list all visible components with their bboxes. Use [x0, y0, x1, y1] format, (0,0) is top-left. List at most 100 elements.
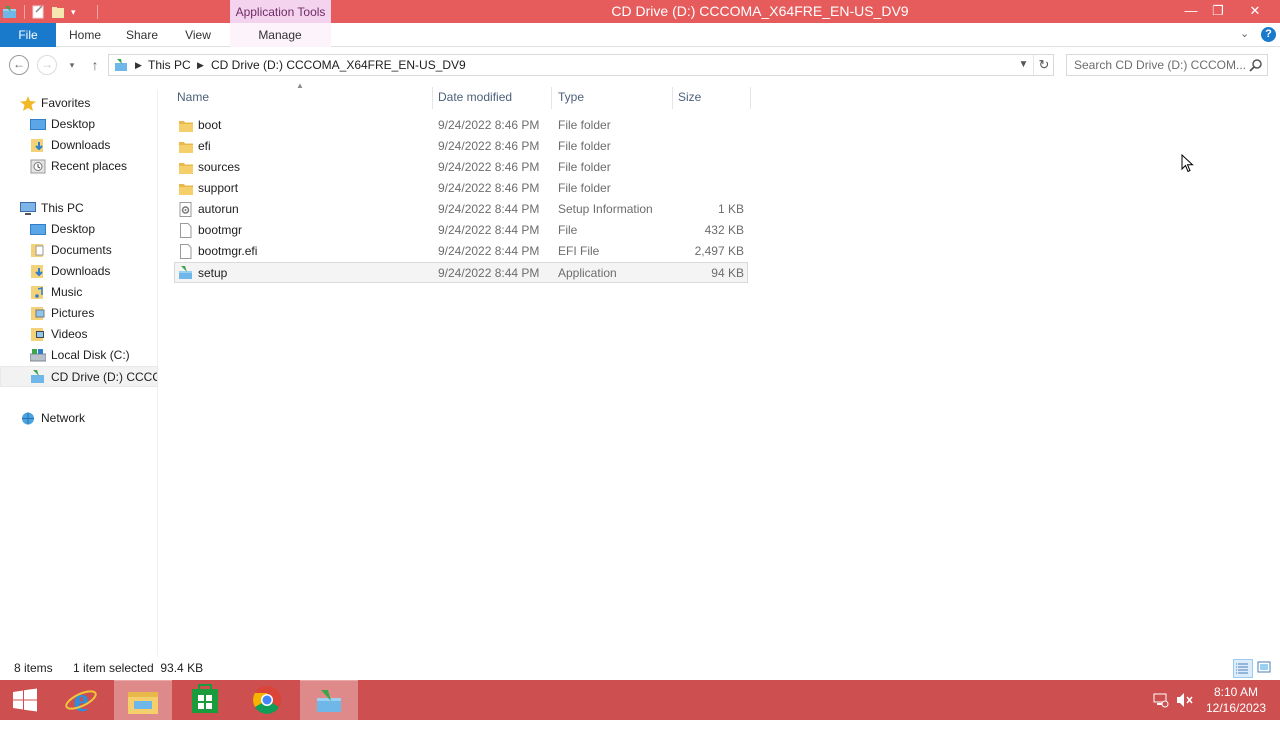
nav-this-pc-local-disk[interactable]: Local Disk (C:): [0, 345, 158, 366]
file-date: 9/24/2022 8:44 PM: [438, 223, 540, 237]
search-icon[interactable]: [1249, 58, 1263, 72]
network-status-icon[interactable]: [1153, 692, 1169, 732]
breadcrumb-separator-icon[interactable]: ▶: [135, 55, 142, 75]
desktop-icon: [30, 117, 46, 132]
recent-locations-button[interactable]: ▾: [61, 55, 83, 75]
nav-this-pc[interactable]: This PC: [0, 198, 158, 219]
music-icon: [30, 285, 46, 300]
nav-label: This PC: [41, 201, 84, 215]
nav-this-pc-desktop[interactable]: Desktop: [0, 219, 158, 240]
nav-favorites[interactable]: Favorites: [0, 93, 158, 114]
start-button[interactable]: [0, 680, 50, 720]
nav-favorites-downloads[interactable]: Downloads: [0, 135, 158, 156]
store-icon: [192, 684, 218, 713]
column-divider[interactable]: [432, 87, 433, 109]
nav-this-pc-downloads[interactable]: Downloads: [0, 261, 158, 282]
customize-qat-icon[interactable]: ▾: [71, 5, 85, 19]
file-row-setup[interactable]: setup 9/24/2022 8:44 PM Application 94 K…: [174, 262, 748, 283]
nav-label: Desktop: [51, 222, 96, 236]
up-button[interactable]: ↑: [84, 55, 106, 75]
tab-share[interactable]: Share: [120, 23, 164, 47]
nav-label: Documents: [51, 243, 112, 257]
column-divider[interactable]: [551, 87, 552, 109]
cd-drive-icon: [113, 58, 131, 72]
file-row-efi[interactable]: efi 9/24/2022 8:46 PM File folder: [174, 136, 748, 157]
back-button[interactable]: ←: [9, 55, 29, 75]
nav-favorites-desktop[interactable]: Desktop: [0, 114, 158, 135]
nav-label: Pictures: [51, 306, 95, 320]
expand-ribbon-icon[interactable]: ⌄: [1240, 27, 1254, 41]
file-size: 1 KB: [717, 202, 744, 216]
help-icon[interactable]: ?: [1261, 27, 1276, 42]
file-row-support[interactable]: support 9/24/2022 8:46 PM File folder: [174, 178, 748, 199]
taskbar-store[interactable]: [176, 680, 234, 720]
address-bar[interactable]: ▶ This PC ▶ CD Drive (D:) CCCOMA_X64FRE_…: [108, 54, 1054, 76]
file-row-boot[interactable]: boot 9/24/2022 8:46 PM File folder: [174, 115, 748, 136]
file-name: autorun: [198, 202, 239, 216]
folder-icon: [178, 181, 194, 196]
cd-drive-icon[interactable]: [2, 4, 18, 20]
file-row-bootmgr[interactable]: bootmgr 9/24/2022 8:44 PM File 432 KB: [174, 220, 748, 241]
new-folder-icon[interactable]: [51, 5, 65, 19]
column-header-size[interactable]: Size: [678, 87, 701, 107]
folder-icon: [178, 139, 194, 154]
nav-label: Downloads: [51, 264, 111, 278]
nav-label: Downloads: [51, 138, 111, 152]
status-bar: 8 items 1 item selected 93.4 KB: [0, 658, 1280, 680]
nav-this-pc-documents[interactable]: Documents: [0, 240, 158, 261]
tab-home[interactable]: Home: [62, 23, 108, 47]
breadcrumb-this-pc[interactable]: This PC: [148, 55, 191, 75]
address-history-dropdown-icon[interactable]: ▼: [1014, 55, 1034, 75]
file-type: File folder: [558, 181, 611, 195]
forward-button[interactable]: →: [37, 55, 57, 75]
file-date: 9/24/2022 8:46 PM: [438, 139, 540, 153]
nav-this-pc-videos[interactable]: Videos: [0, 324, 158, 345]
close-button[interactable]: ✕: [1239, 0, 1271, 23]
taskbar-internet-explorer[interactable]: e: [52, 680, 110, 720]
nav-this-pc-music[interactable]: Music: [0, 282, 158, 303]
network-icon: [20, 411, 36, 426]
taskbar-chrome[interactable]: [238, 680, 296, 720]
star-icon: [20, 96, 36, 111]
column-header-type[interactable]: Type: [558, 87, 584, 107]
nav-this-pc-pictures[interactable]: Pictures: [0, 303, 158, 324]
column-header-name[interactable]: Name: [177, 87, 209, 107]
clock-date: 12/16/2023: [1205, 701, 1267, 715]
file-row-autorun[interactable]: autorun 9/24/2022 8:44 PM Setup Informat…: [174, 199, 748, 220]
file-icon: [178, 223, 194, 238]
search-box[interactable]: [1066, 54, 1268, 76]
refresh-icon[interactable]: ↻: [1035, 55, 1053, 75]
breadcrumb-separator-icon[interactable]: ▶: [197, 55, 204, 75]
volume-muted-icon[interactable]: [1176, 692, 1194, 732]
tab-file[interactable]: File: [0, 23, 56, 47]
nav-network[interactable]: Network: [0, 408, 158, 429]
properties-icon[interactable]: [31, 4, 45, 19]
setup-app-icon: [317, 690, 341, 712]
file-row-sources[interactable]: sources 9/24/2022 8:46 PM File folder: [174, 157, 748, 178]
file-date: 9/24/2022 8:46 PM: [438, 118, 540, 132]
window-title: CD Drive (D:) CCCOMA_X64FRE_EN-US_DV9: [611, 3, 909, 19]
tab-manage[interactable]: Manage: [252, 23, 308, 47]
nav-label: Recent places: [51, 159, 128, 173]
breadcrumb-cd-drive[interactable]: CD Drive (D:) CCCOMA_X64FRE_EN-US_DV9: [211, 55, 466, 75]
nav-favorites-recent-places[interactable]: Recent places: [0, 156, 158, 177]
file-name: setup: [198, 266, 228, 280]
column-divider[interactable]: [750, 87, 751, 109]
nav-this-pc-cd-drive[interactable]: CD Drive (D:) CCCOMA_X64FRE_EN-US_DV9: [0, 366, 158, 387]
documents-icon: [30, 243, 46, 258]
column-header-date-modified[interactable]: Date modified: [438, 87, 512, 107]
taskbar-setup[interactable]: [300, 680, 358, 720]
column-divider[interactable]: [672, 87, 673, 109]
file-name: sources: [198, 160, 241, 174]
file-row-bootmgr-efi[interactable]: bootmgr.efi 9/24/2022 8:44 PM EFI File 2…: [174, 241, 748, 262]
restore-button[interactable]: ❐: [1202, 0, 1234, 23]
videos-icon: [30, 327, 46, 342]
cd-drive-icon: [30, 369, 46, 384]
taskbar-file-explorer[interactable]: [114, 680, 172, 720]
tab-view[interactable]: View: [178, 23, 218, 47]
details-view-icon[interactable]: [1233, 659, 1253, 678]
large-icons-view-icon[interactable]: [1255, 659, 1275, 678]
search-input[interactable]: [1067, 55, 1247, 75]
file-type: File folder: [558, 139, 611, 153]
taskbar-clock[interactable]: 8:10 AM 12/16/2023: [1196, 684, 1276, 716]
